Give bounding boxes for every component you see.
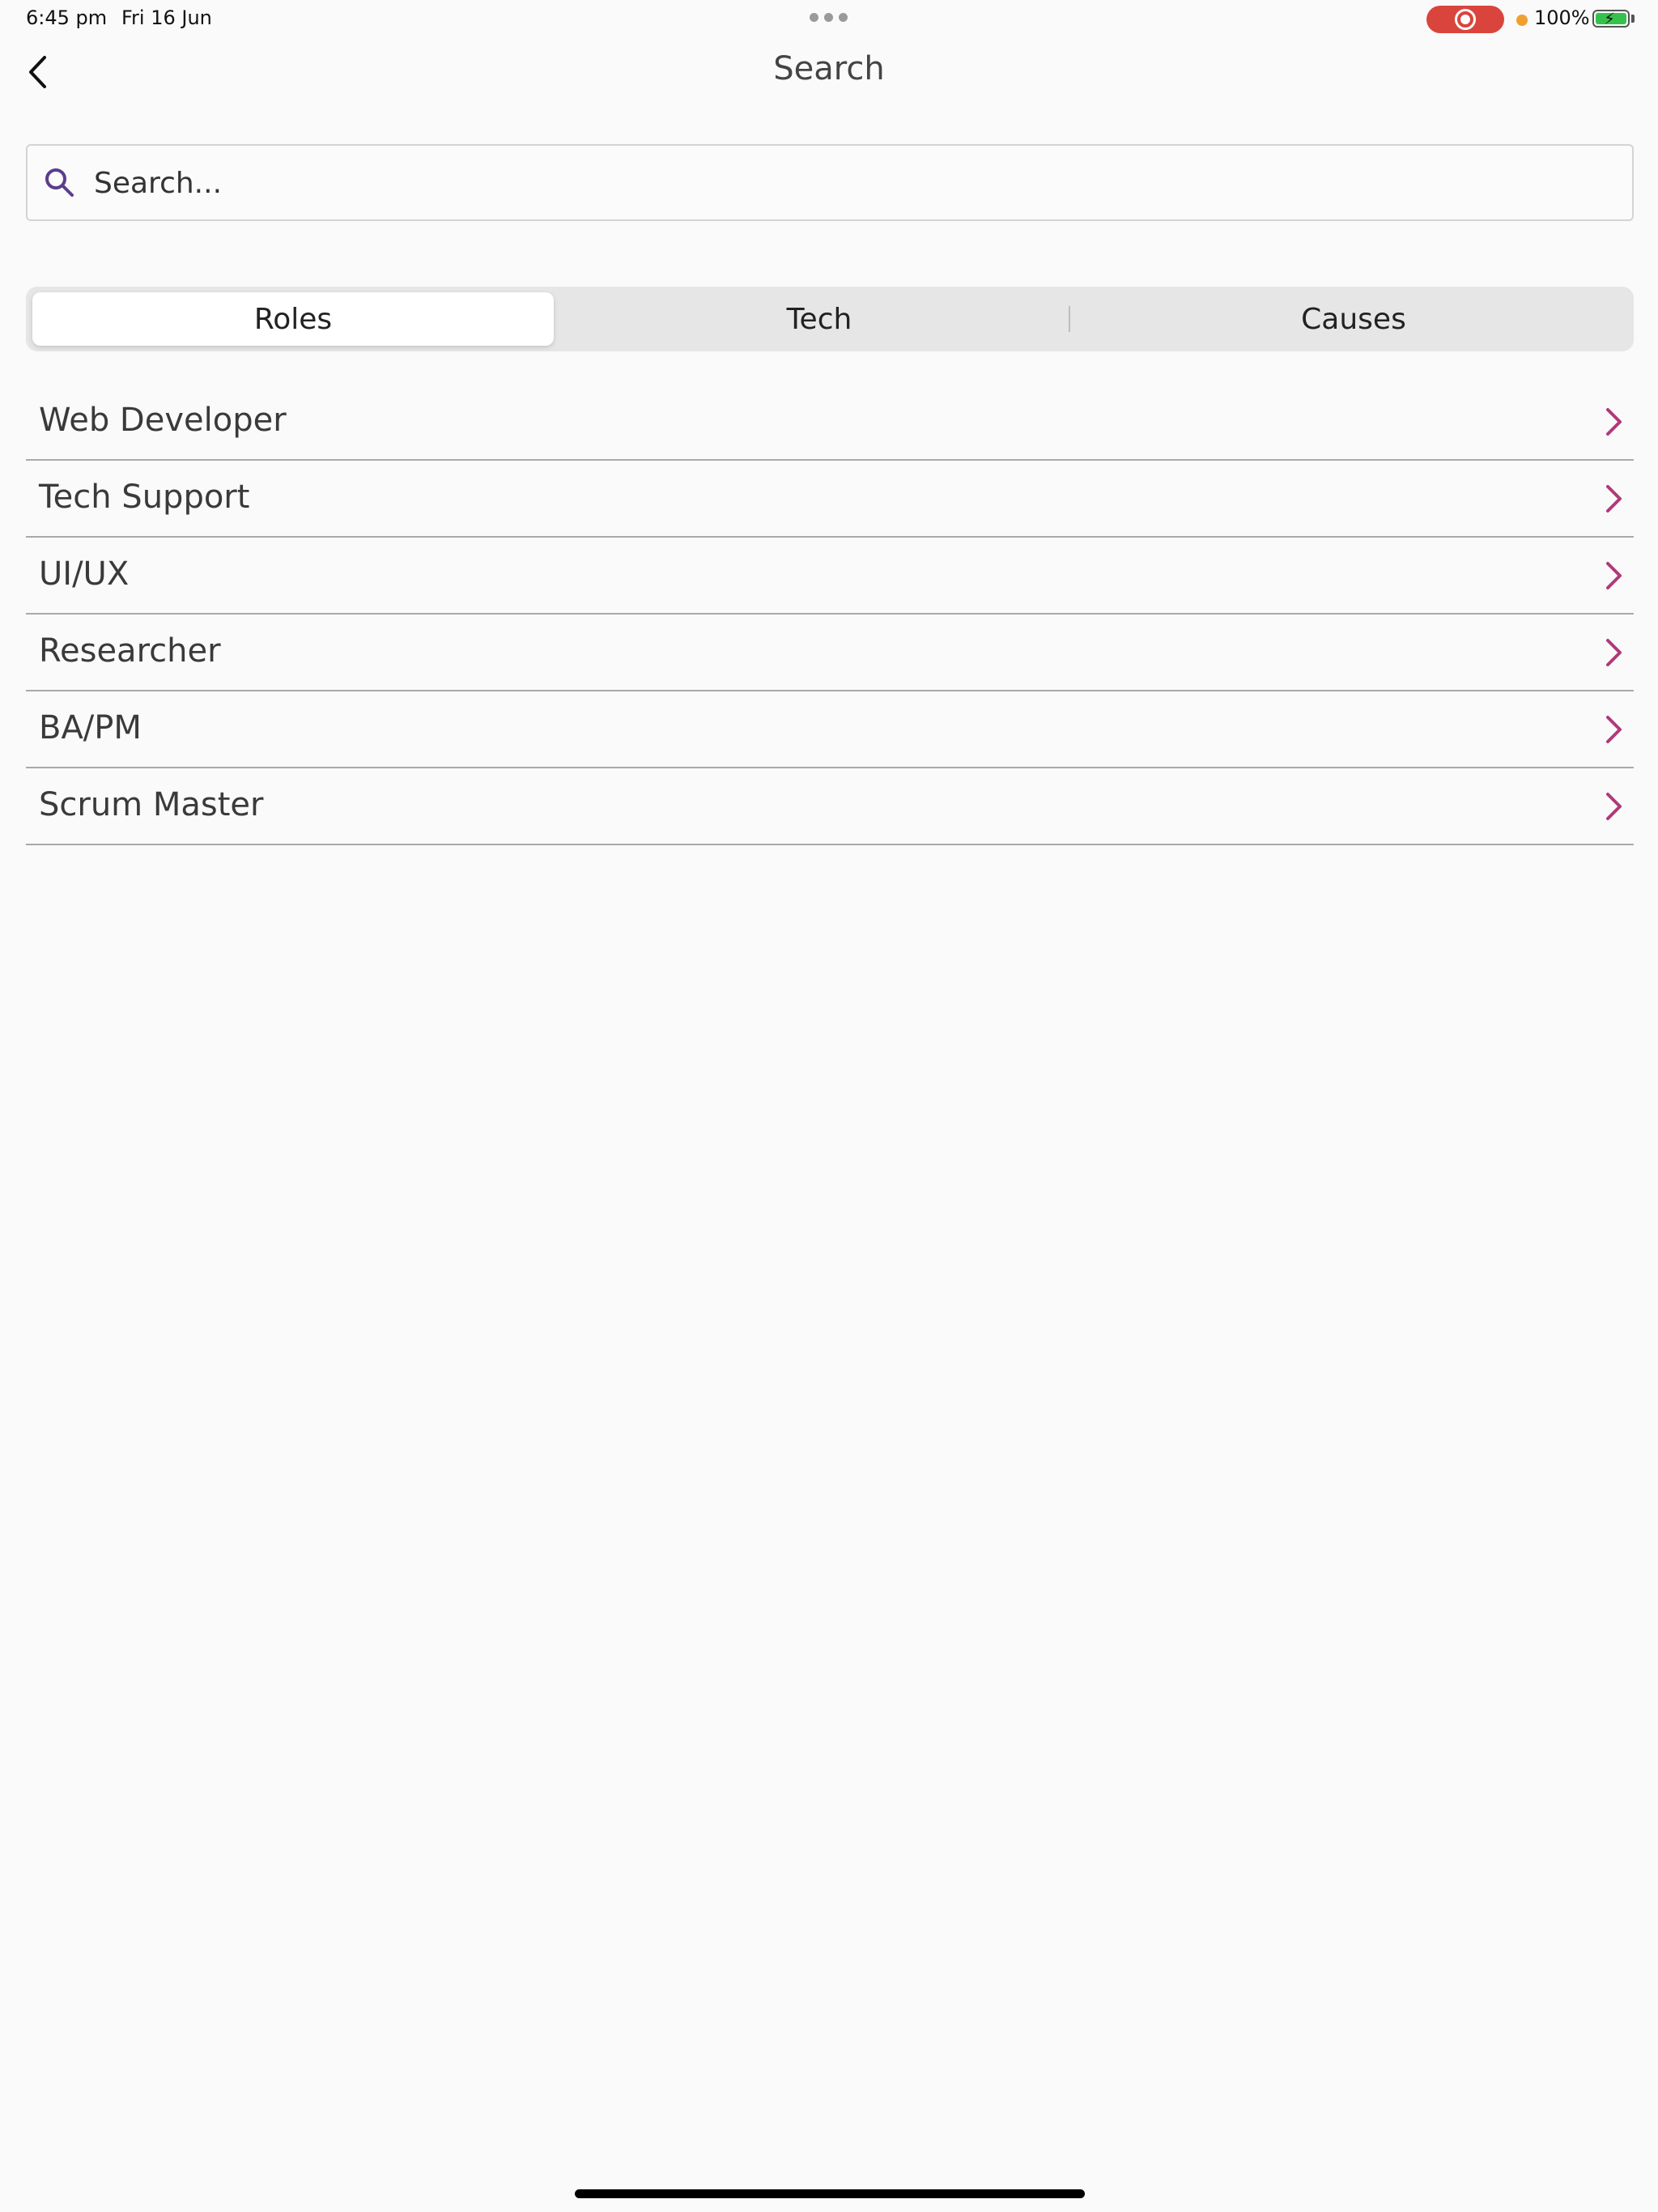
list-item[interactable]: BA/PM [26, 691, 1634, 768]
list-item[interactable]: Tech Support [26, 461, 1634, 538]
search-bar[interactable] [26, 144, 1634, 221]
chevron-right-icon [1606, 408, 1622, 436]
multitasking-dots-icon[interactable] [810, 13, 848, 22]
tab-causes[interactable]: Causes [1078, 287, 1629, 351]
chevron-right-icon [1606, 716, 1622, 743]
home-indicator[interactable] [575, 2189, 1085, 2198]
tab-tech[interactable]: Tech [576, 287, 1062, 351]
list-item[interactable]: UI/UX [26, 538, 1634, 615]
chevron-right-icon [1606, 639, 1622, 666]
microphone-indicator-icon [1516, 15, 1528, 26]
segmented-control: Roles Tech Causes [26, 287, 1634, 351]
list-item-label: Web Developer [39, 402, 287, 439]
page-title: Search [773, 50, 885, 87]
list-item-label: Researcher [39, 632, 221, 670]
charging-bolt-icon: ⚡ [1604, 9, 1616, 28]
list-item-label: Scrum Master [39, 786, 264, 823]
search-input[interactable] [92, 146, 1618, 221]
chevron-right-icon [1606, 793, 1622, 820]
status-bar: 6:45 pm Fri 16 Jun 100% ⚡ [0, 0, 1658, 39]
list-item[interactable]: Scrum Master [26, 768, 1634, 845]
list-item-label: UI/UX [39, 555, 130, 593]
list-item[interactable]: Researcher [26, 615, 1634, 691]
search-icon [45, 168, 74, 197]
battery-cap [1631, 15, 1635, 23]
battery-percentage: 100% [1534, 6, 1590, 29]
list-item-label: BA/PM [39, 709, 142, 747]
list-item-label: Tech Support [39, 479, 250, 516]
battery-icon: ⚡ [1592, 9, 1630, 28]
status-date: Fri 16 Jun [121, 6, 212, 29]
tab-roles[interactable]: Roles [32, 292, 554, 346]
screen-recording-icon[interactable] [1426, 6, 1504, 33]
segment-divider [1069, 306, 1070, 332]
chevron-right-icon [1606, 485, 1622, 513]
chevron-right-icon [1606, 562, 1622, 589]
status-time: 6:45 pm [26, 6, 108, 29]
roles-list: Web Developer Tech Support UI/UX Researc… [26, 384, 1634, 845]
list-item[interactable]: Web Developer [26, 384, 1634, 461]
